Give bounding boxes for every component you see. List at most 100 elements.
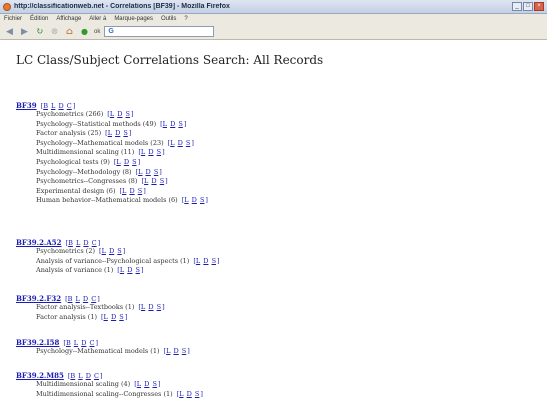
subject-link-s[interactable]: S bbox=[136, 266, 140, 274]
subject-link-l[interactable]: L bbox=[163, 120, 167, 128]
record-link-c[interactable]: C bbox=[91, 295, 96, 303]
subject-link-s[interactable]: S bbox=[117, 247, 121, 255]
class-number-link[interactable]: BF39.2.F32 bbox=[16, 294, 61, 303]
subject-link-d[interactable]: D bbox=[192, 196, 197, 204]
subject-link-s[interactable]: S bbox=[178, 120, 182, 128]
subject-link-s[interactable]: S bbox=[132, 158, 136, 166]
subject-link-l[interactable]: L bbox=[141, 303, 145, 311]
menu-file[interactable]: Fichier bbox=[4, 16, 22, 22]
subject-link-d[interactable]: D bbox=[115, 129, 120, 137]
subject-link-l[interactable]: L bbox=[170, 139, 174, 147]
subject-link-l[interactable]: L bbox=[102, 247, 106, 255]
subject-link-l[interactable]: L bbox=[104, 313, 108, 321]
record-link-l[interactable]: L bbox=[76, 295, 80, 303]
subject-link-s[interactable]: S bbox=[157, 148, 161, 156]
subject-link-d[interactable]: D bbox=[148, 148, 153, 156]
menu-edit[interactable]: Édition bbox=[30, 16, 48, 22]
menu-tools[interactable]: Outils bbox=[161, 16, 176, 22]
subject-link-l[interactable]: L bbox=[122, 187, 126, 195]
subject-link-d[interactable]: D bbox=[124, 158, 129, 166]
subject-link-s[interactable]: S bbox=[200, 196, 204, 204]
url-input[interactable]: G bbox=[104, 26, 215, 37]
subject-link-d[interactable]: D bbox=[146, 168, 151, 176]
subject-link-d[interactable]: D bbox=[151, 177, 156, 185]
record-link-c[interactable]: C bbox=[94, 372, 99, 380]
record-link-l[interactable]: L bbox=[78, 372, 82, 380]
subject-link-l[interactable]: L bbox=[184, 196, 188, 204]
class-number-link[interactable]: BF39.2.M85 bbox=[16, 371, 64, 380]
subject-link-l[interactable]: L bbox=[141, 148, 145, 156]
record-link-d[interactable]: D bbox=[83, 239, 88, 247]
menu-bookmarks[interactable]: Marque-pages bbox=[114, 16, 153, 22]
subject-link-d[interactable]: D bbox=[203, 257, 208, 265]
record-link-b[interactable]: B bbox=[70, 372, 75, 380]
subject-link-s[interactable]: S bbox=[160, 177, 164, 185]
record-block: BF39 [B L D C] Psychometrics (266) [L D S] P… bbox=[16, 101, 208, 206]
subject-link-l[interactable]: L bbox=[110, 110, 114, 118]
stop-icon[interactable]: ⊗ bbox=[49, 26, 60, 37]
menu-view[interactable]: Affichage bbox=[56, 16, 81, 22]
subject-link-s[interactable]: S bbox=[154, 168, 158, 176]
record-link-c[interactable]: C bbox=[92, 239, 97, 247]
record-link-d[interactable]: D bbox=[83, 295, 88, 303]
subject-link-s[interactable]: S bbox=[212, 257, 216, 265]
subject-link-s[interactable]: S bbox=[157, 303, 161, 311]
window-controls: _ □ × bbox=[512, 2, 544, 11]
record-link-b[interactable]: B bbox=[66, 339, 71, 347]
subject-link-l[interactable]: L bbox=[108, 129, 112, 137]
subject-link-s[interactable]: S bbox=[126, 110, 130, 118]
record-link-c[interactable]: C bbox=[67, 102, 72, 110]
subject-link-d[interactable]: D bbox=[187, 390, 192, 398]
menu-go[interactable]: Aller à bbox=[89, 16, 106, 22]
close-button[interactable]: × bbox=[534, 2, 544, 11]
class-number-link[interactable]: BF39.2.A52 bbox=[16, 238, 62, 247]
subject-link-l[interactable]: L bbox=[166, 347, 170, 355]
subject-link-d[interactable]: D bbox=[129, 187, 134, 195]
subject-link-d[interactable]: D bbox=[117, 110, 122, 118]
record-link-d[interactable]: D bbox=[58, 102, 63, 110]
subject-link-s[interactable]: S bbox=[119, 313, 123, 321]
class-number-link[interactable]: BF39 bbox=[16, 101, 37, 110]
subject-item: Multidimensional scaling--Congresses (1)… bbox=[36, 390, 203, 400]
record-link-b[interactable]: B bbox=[68, 239, 73, 247]
record-link-l[interactable]: L bbox=[51, 102, 55, 110]
subject-link-d[interactable]: D bbox=[111, 313, 116, 321]
record-link-b[interactable]: B bbox=[43, 102, 48, 110]
home-icon[interactable]: ⌂ bbox=[64, 26, 75, 37]
subject-link-d[interactable]: D bbox=[170, 120, 175, 128]
minimize-button[interactable]: _ bbox=[512, 2, 522, 11]
record-link-l[interactable]: L bbox=[74, 339, 78, 347]
forward-icon[interactable]: ▶ bbox=[19, 26, 30, 37]
subject-link-s[interactable]: S bbox=[182, 347, 186, 355]
record-link-b[interactable]: B bbox=[68, 295, 73, 303]
subject-link-d[interactable]: D bbox=[144, 380, 149, 388]
record-links: [B L D C] bbox=[67, 371, 103, 380]
subject-link-s[interactable]: S bbox=[152, 380, 156, 388]
subject-link-s[interactable]: S bbox=[123, 129, 127, 137]
subject-link-l[interactable]: L bbox=[138, 168, 142, 176]
subject-link-d[interactable]: D bbox=[109, 247, 114, 255]
subject-link-l[interactable]: L bbox=[196, 257, 200, 265]
subject-link-l[interactable]: L bbox=[116, 158, 120, 166]
maximize-button[interactable]: □ bbox=[523, 2, 533, 11]
record-link-d[interactable]: D bbox=[86, 372, 91, 380]
subject-link-l[interactable]: L bbox=[137, 380, 141, 388]
record-link-c[interactable]: C bbox=[90, 339, 95, 347]
subject-link-s[interactable]: S bbox=[186, 139, 190, 147]
subject-link-s[interactable]: S bbox=[138, 187, 142, 195]
subject-link-l[interactable]: L bbox=[144, 177, 148, 185]
subject-link-d[interactable]: D bbox=[178, 139, 183, 147]
subject-link-d[interactable]: D bbox=[127, 266, 132, 274]
record-link-d[interactable]: D bbox=[81, 339, 86, 347]
class-number-link[interactable]: BF39.2.I58 bbox=[16, 338, 59, 347]
subject-link-l[interactable]: L bbox=[179, 390, 183, 398]
record-link-l[interactable]: L bbox=[76, 239, 80, 247]
subject-link-s[interactable]: S bbox=[195, 390, 199, 398]
reload-icon[interactable]: ↻ bbox=[34, 26, 45, 37]
subject-link-d[interactable]: D bbox=[148, 303, 153, 311]
subject-link-l[interactable]: L bbox=[120, 266, 124, 274]
go-icon[interactable]: ● bbox=[79, 26, 90, 37]
menu-help[interactable]: ? bbox=[184, 16, 187, 22]
subject-link-d[interactable]: D bbox=[173, 347, 178, 355]
back-icon[interactable]: ◀ bbox=[4, 26, 15, 37]
